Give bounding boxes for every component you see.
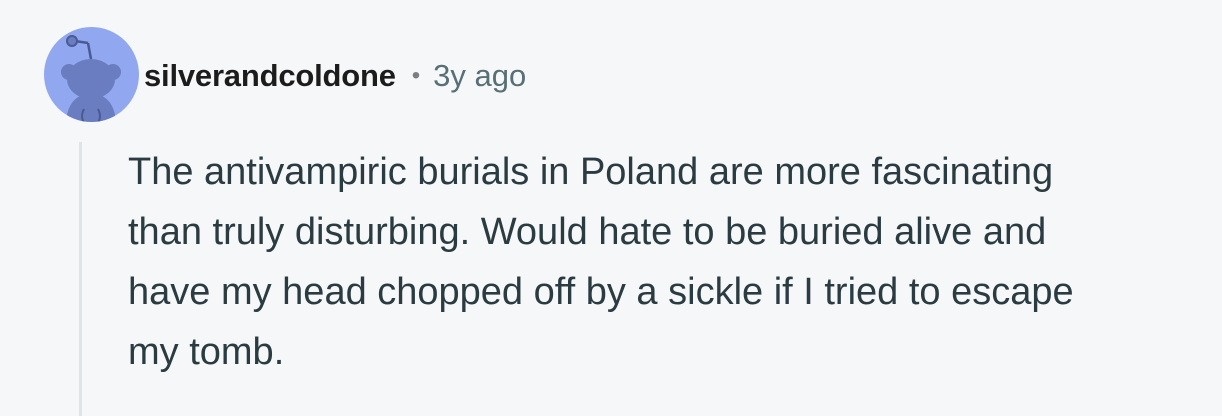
- separator-dot: •: [411, 62, 421, 89]
- username-link[interactable]: silverandcoldone: [144, 58, 396, 94]
- reddit-snoo-avatar-icon: [61, 35, 121, 122]
- thread-line[interactable]: [79, 142, 82, 416]
- comment-meta: silverandcoldone • 3y ago: [144, 54, 526, 98]
- comment-body: The antivampiric burials in Poland are m…: [128, 151, 1074, 373]
- avatar[interactable]: [44, 27, 139, 122]
- timestamp[interactable]: 3y ago: [433, 58, 526, 94]
- comment: silverandcoldone • 3y ago The antivampir…: [0, 0, 1222, 416]
